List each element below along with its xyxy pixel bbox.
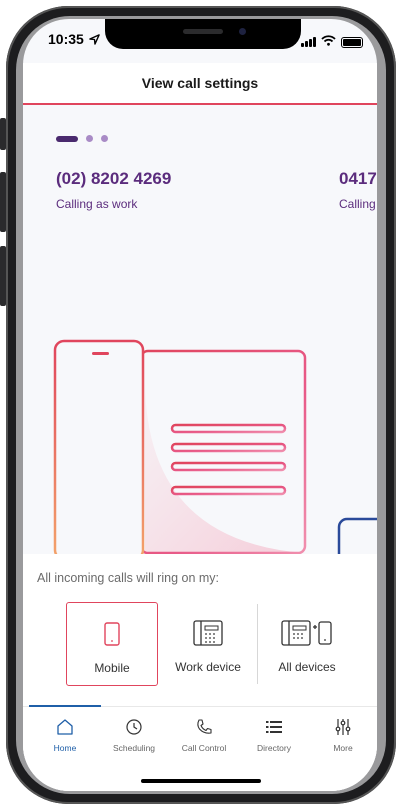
status-time: 10:35: [48, 31, 84, 47]
page-title: View call settings: [141, 75, 259, 91]
home-icon: [56, 717, 74, 737]
mobile-phone-shape: [53, 339, 145, 561]
tab-home[interactable]: Home: [29, 717, 101, 753]
options-divider: [257, 604, 258, 684]
notch: [105, 19, 301, 49]
option-all-devices[interactable]: All devices: [261, 602, 353, 686]
all-devices-icon: [281, 620, 333, 646]
tab-label: More: [333, 743, 353, 753]
illustration-shading: [145, 379, 305, 553]
option-work-device[interactable]: Work device: [162, 602, 254, 686]
home-indicator[interactable]: [141, 779, 261, 783]
next-card-illustration: [337, 517, 377, 581]
camera-icon: [239, 28, 246, 35]
pager-dots[interactable]: [56, 135, 108, 142]
volume-up-button: [0, 172, 6, 232]
option-label: Mobile: [94, 661, 130, 675]
tab-bar: Home Scheduling Call Control Directory M…: [23, 705, 377, 791]
option-label: All devices: [278, 660, 336, 674]
tab-directory[interactable]: Directory: [238, 717, 310, 753]
sliders-icon: [334, 717, 352, 737]
phone-handset-icon: [195, 717, 213, 737]
ring-options-label: All incoming calls will ring on my:: [37, 571, 220, 585]
mute-switch: [0, 118, 6, 150]
tab-label: Home: [53, 743, 77, 753]
tab-label: Call Control: [181, 743, 227, 753]
card-phone-number: 0417 3: [339, 169, 377, 188]
battery-icon: [341, 36, 363, 48]
signal-icon: [301, 37, 316, 47]
card-caller-label: Calling a: [339, 197, 377, 211]
volume-down-button: [0, 246, 6, 306]
tab-call-control[interactable]: Call Control: [168, 717, 240, 753]
list-icon: [265, 717, 283, 737]
pager-dot[interactable]: [101, 135, 108, 142]
speaker-grille: [183, 29, 223, 34]
tab-more[interactable]: More: [307, 717, 377, 753]
option-mobile[interactable]: Mobile: [66, 602, 158, 686]
tab-label: Scheduling: [112, 743, 156, 753]
status-bar: 10:35: [23, 19, 377, 63]
tab-scheduling[interactable]: Scheduling: [98, 717, 170, 753]
status-icons: [301, 33, 363, 51]
tab-label: Directory: [256, 743, 291, 753]
number-card-work[interactable]: (02) 8202 4269 Calling as work: [56, 169, 171, 211]
app-header: View call settings: [23, 63, 377, 105]
active-tab-indicator: [29, 705, 101, 707]
wifi-icon: [321, 33, 336, 51]
location-arrow-icon: [89, 32, 100, 50]
pager-dot[interactable]: [86, 135, 93, 142]
card-caller-label: Calling as work: [56, 197, 138, 211]
screen: 10:35 View call settings (02) 8202 4269 …: [23, 19, 377, 791]
devices-illustration: [53, 339, 377, 581]
option-label: Work device: [175, 660, 241, 674]
pager-dot-active[interactable]: [56, 135, 78, 142]
clock-icon: [125, 717, 143, 737]
number-card-mobile[interactable]: 0417 3 Calling a: [339, 169, 377, 211]
desk-phone-icon: [193, 620, 223, 646]
mobile-icon: [104, 621, 120, 647]
card-phone-number: (02) 8202 4269: [56, 169, 172, 188]
